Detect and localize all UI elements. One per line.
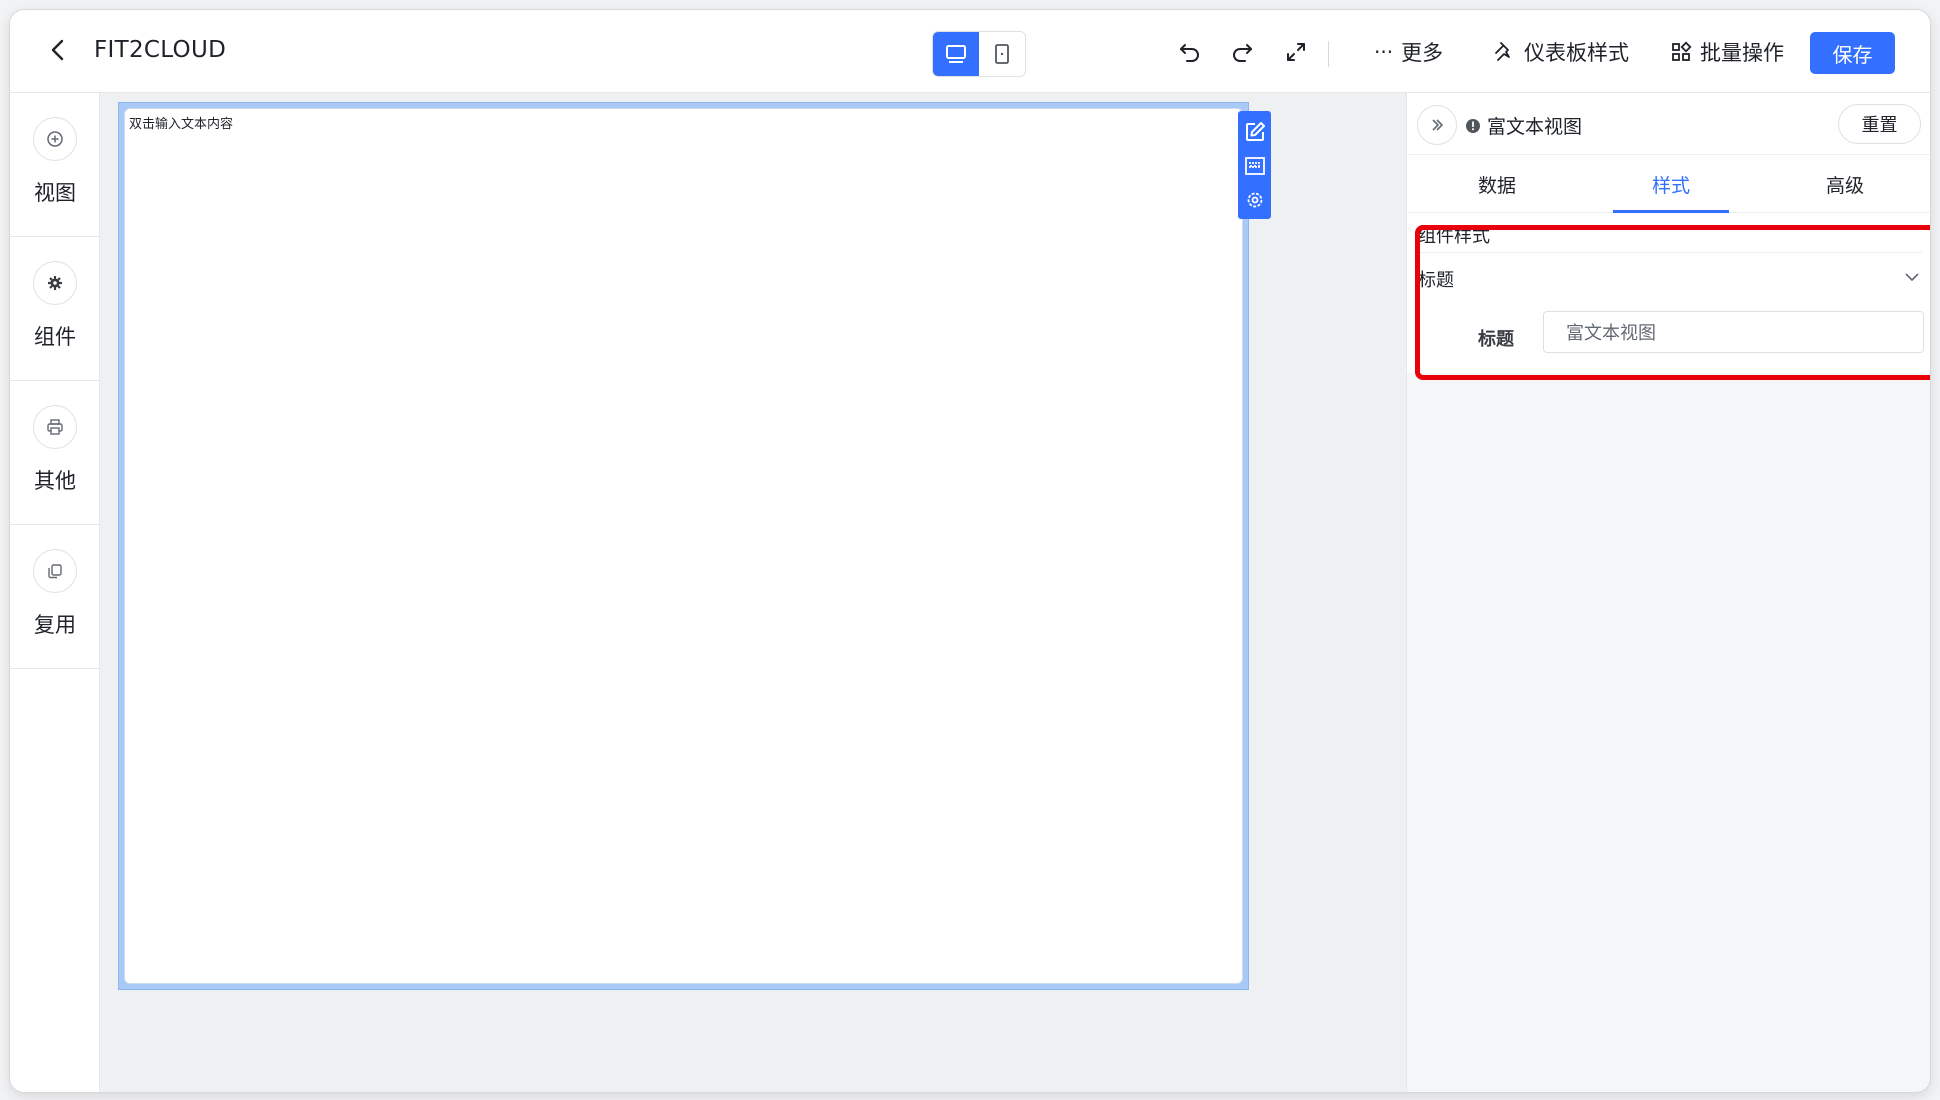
toolbar-divider [1328,41,1329,67]
double-chevron-right-icon [1432,119,1443,131]
dashboard-style-button[interactable]: 仪表板样式 [1492,34,1629,70]
expand-icon [1287,43,1305,61]
batch-operation-label: 批量操作 [1700,41,1784,65]
mobile-view-button[interactable] [979,32,1025,76]
title-collapse-header[interactable]: 标题 [1407,253,1930,301]
title-input[interactable] [1543,311,1924,353]
tab-style[interactable]: 样式 [1591,155,1751,213]
more-button[interactable]: ··· 更多 [1374,34,1443,70]
collapse-label: 标题 [1418,270,1454,291]
side-icon-wrap [33,117,77,161]
more-dots-icon: ··· [1374,40,1394,64]
fullscreen-button[interactable] [1278,34,1314,70]
properties-panel: 富文本视图 重置 数据 样式 高级 组件样式 标题 标题 [1406,93,1930,1092]
undo-button[interactable] [1172,34,1208,70]
mobile-icon [995,44,1009,64]
component-style-section: 组件样式 标题 标题 [1407,213,1930,373]
edit-icon [1245,122,1265,141]
rich-text-component-frame[interactable]: 双击输入文本内容 [118,102,1249,990]
side-icon-wrap [33,261,77,305]
component-sidebar: 视图 组件 其他 复用 [10,93,100,1092]
settings-button[interactable] [1238,183,1271,217]
tab-data[interactable]: 数据 [1417,155,1577,213]
redo-icon [1233,44,1252,62]
chevron-down-icon [1905,273,1919,281]
sidebar-item-label: 组件 [34,325,76,349]
side-icon-wrap [33,549,77,593]
layout-button[interactable] [1238,149,1271,183]
grid-icon [1672,41,1692,61]
panel-tabs: 数据 样式 高级 [1407,155,1930,213]
sidebar-item-other[interactable]: 其他 [10,381,100,525]
component-toolbar [1238,111,1271,219]
batch-operation-button[interactable]: 批量操作 [1670,34,1784,70]
rich-text-editor-area[interactable]: 双击输入文本内容 [124,108,1243,984]
back-button[interactable] [40,32,76,68]
reset-button[interactable]: 重置 [1838,104,1921,144]
dots-grid-icon [1244,157,1265,175]
sidebar-item-label: 视图 [34,181,76,205]
desktop-icon [946,45,966,63]
panel-header: 富文本视图 重置 [1407,93,1930,155]
section-title: 组件样式 [1418,226,1490,247]
sidebar-item-reuse[interactable]: 复用 [10,525,100,669]
top-bar: FIT2CLOUD ··· 更多 仪表板样式 批量操作 保存 [10,10,1930,93]
sidebar-item-label: 其他 [34,469,76,493]
panel-title: 富文本视图 [1465,112,1582,139]
desktop-view-button[interactable] [933,32,979,76]
more-label: 更多 [1401,41,1444,65]
gear-icon [48,276,62,290]
printer-icon [47,419,63,435]
info-icon [1466,118,1480,133]
save-button[interactable]: 保存 [1810,32,1895,74]
sidebar-item-component[interactable]: 组件 [10,237,100,381]
title-field-label: 标题 [1478,329,1514,350]
collapse-panel-button[interactable] [1417,105,1457,145]
tab-advanced[interactable]: 高级 [1765,155,1925,213]
device-toggle [932,31,1026,77]
edit-button[interactable] [1238,115,1271,149]
panel-title-text: 富文本视图 [1487,116,1583,138]
sidebar-item-label: 复用 [34,613,76,637]
gear-icon [1247,192,1262,208]
side-icon-wrap [33,405,77,449]
sidebar-item-view[interactable]: 视图 [10,93,100,237]
plus-circle-icon [47,131,63,147]
pin-icon [1495,42,1510,61]
rich-text-placeholder[interactable]: 双击输入文本内容 [129,113,233,132]
app-title: FIT2CLOUD [94,37,227,63]
copy-icon [48,564,62,579]
chevron-left-icon [51,39,64,61]
undo-icon [1180,44,1199,62]
dashboard-style-label: 仪表板样式 [1524,41,1629,65]
redo-button[interactable] [1224,34,1260,70]
editor-window: FIT2CLOUD ··· 更多 仪表板样式 批量操作 保存 视图 组件 其他 … [10,10,1930,1092]
